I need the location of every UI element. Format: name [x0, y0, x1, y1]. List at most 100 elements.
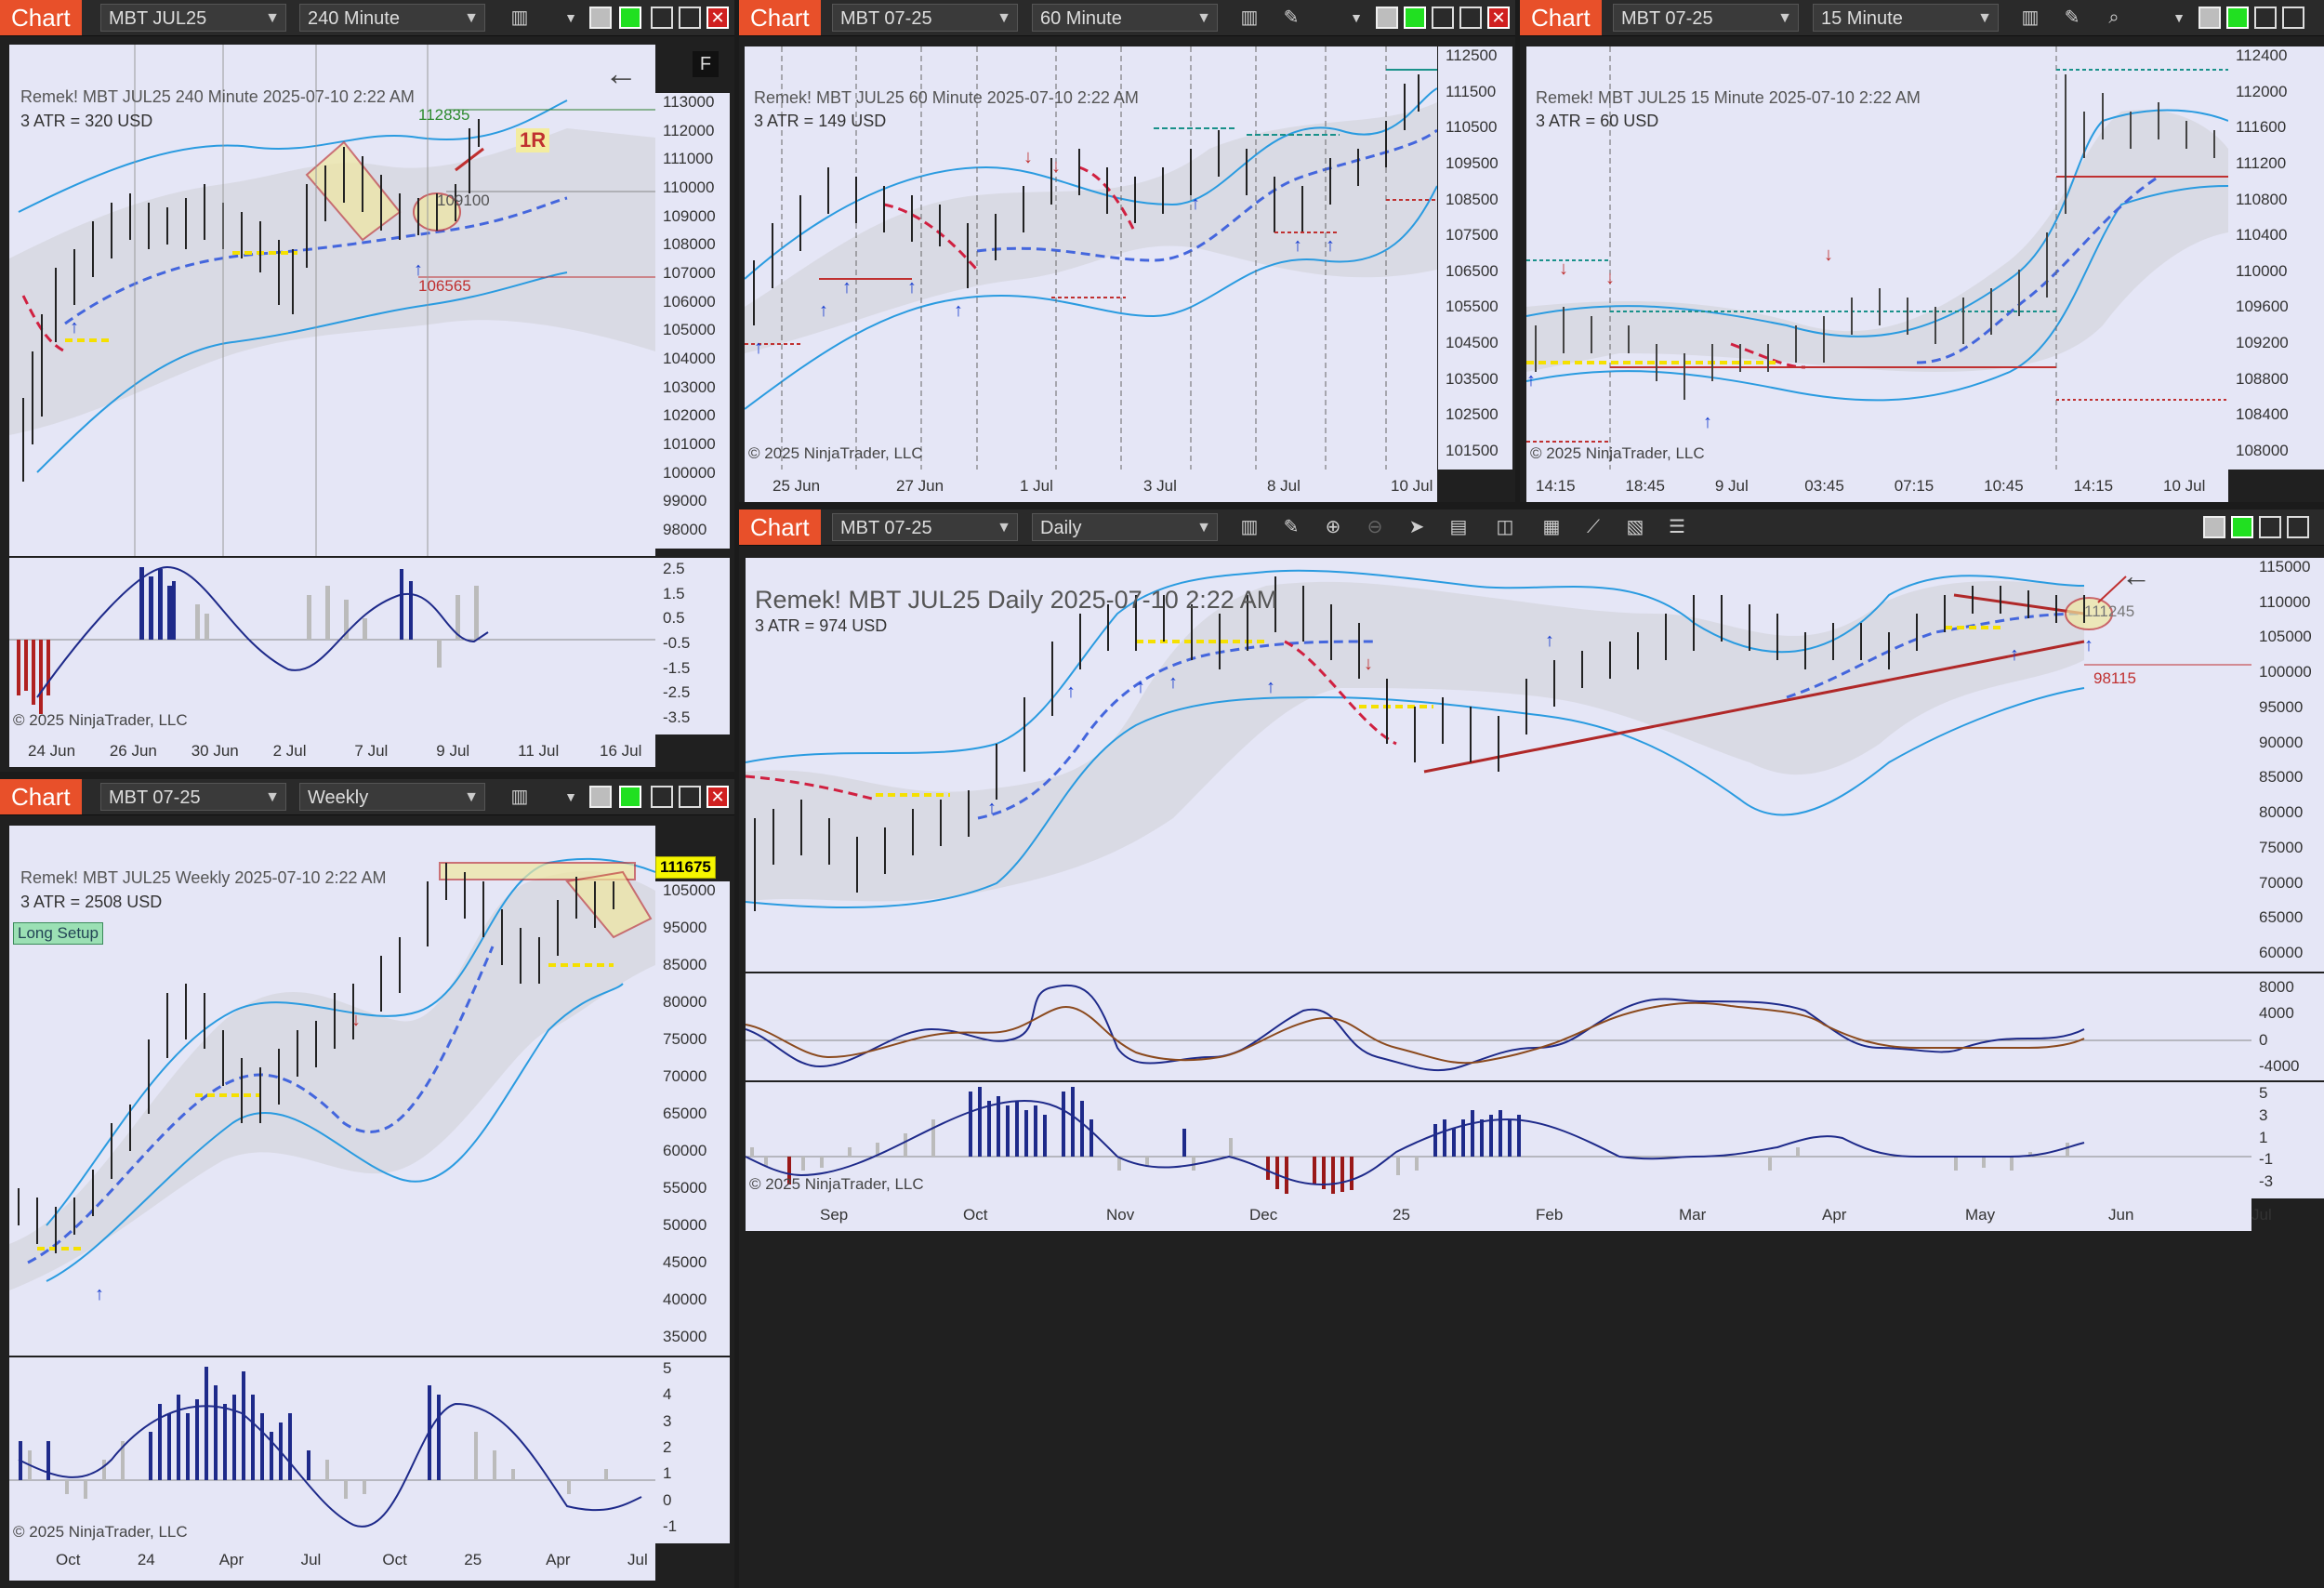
- oscillator-2-axis[interactable]: 5 3 1 -1 -3: [2251, 1082, 2324, 1198]
- dropdown-arrow-icon[interactable]: ▼: [2166, 6, 2192, 30]
- link-gray-button[interactable]: [2203, 516, 2225, 538]
- price-axis[interactable]: 112500 111500 110500 109500 108500 107500 1065…: [1438, 46, 1512, 470]
- axis-tick-label: Jul: [627, 1551, 648, 1568]
- axis-tick-label: 106500: [1446, 261, 1499, 280]
- chart-menu-button[interactable]: Chart: [1520, 0, 1602, 35]
- svg-text:↑: ↑: [1703, 412, 1712, 432]
- minimize-button[interactable]: [2259, 516, 2281, 538]
- chart-menu-button[interactable]: Chart: [739, 509, 821, 545]
- oscillator-2-panel[interactable]: © 2025 NinjaTrader, LLC: [746, 1082, 2251, 1198]
- interval-selector[interactable]: Weekly ▼: [299, 783, 485, 811]
- instrument-selector[interactable]: MBT 07-25 ▼: [832, 4, 1018, 32]
- list-icon[interactable]: ☰: [1664, 515, 1690, 539]
- minimize-button[interactable]: [1432, 7, 1454, 29]
- strategies-icon[interactable]: ⟋: [1580, 515, 1606, 539]
- back-arrow-icon[interactable]: ←: [604, 54, 638, 93]
- link-green-button[interactable]: [619, 7, 641, 29]
- link-gray-button[interactable]: [2199, 7, 2221, 29]
- dropdown-arrow-icon[interactable]: ▼: [558, 6, 584, 30]
- chart-toolbar: Chart MBT 07-25 ▼ Daily ▼ ▥ ✎ ⊕ ⊖ ➤ ▤ ◫ ▦ …: [739, 509, 2324, 546]
- price-axis[interactable]: 115000 110000 105000 100000 95000 90000 85000 8…: [2251, 558, 2324, 972]
- bar-type-icon[interactable]: ▥: [2017, 6, 2043, 30]
- axis-tick-label: 70000: [663, 1067, 707, 1085]
- link-gray-button[interactable]: [1376, 7, 1398, 29]
- dropdown-arrow-icon[interactable]: ▼: [558, 785, 584, 809]
- chevron-down-icon: ▼: [265, 789, 280, 805]
- price-panel[interactable]: ↓ ↓ ↓ ↑ ↑ Remek! MBT JUL25 15 Minute 2025-0…: [1526, 46, 2228, 470]
- price-panel[interactable]: ↑ ↑ Remek! MBT JUL25 240 Minute 2025-07-1…: [9, 45, 655, 556]
- oscillator-panel[interactable]: © 2025 NinjaTrader, LLC: [9, 1357, 655, 1543]
- minimize-button[interactable]: [651, 7, 673, 29]
- axis-tick-label: -3.5: [663, 708, 691, 726]
- drawing-tool-icon[interactable]: ✎: [1278, 515, 1304, 539]
- pointer-icon[interactable]: ➤: [1404, 515, 1430, 539]
- price-axis[interactable]: 112400 112000 111600 111200 110800 110400 1100…: [2228, 46, 2324, 470]
- instrument-selector[interactable]: MBT 07-25 ▼: [1613, 4, 1799, 32]
- data-box-icon[interactable]: ▤: [1446, 515, 1472, 539]
- link-gray-button[interactable]: [589, 7, 612, 29]
- instrument-selector[interactable]: MBT 07-25 ▼: [832, 513, 1018, 541]
- zoom-out-icon[interactable]: ⊖: [1362, 515, 1388, 539]
- close-button[interactable]: ✕: [1487, 7, 1510, 29]
- zoom-in-icon[interactable]: ⊕: [1320, 515, 1346, 539]
- interval-selector[interactable]: 60 Minute ▼: [1032, 4, 1218, 32]
- price-axis[interactable]: 105000 95000 85000 80000 75000 70000 65000 6000…: [655, 881, 730, 1356]
- minimize-button[interactable]: [651, 786, 673, 808]
- bar-type-icon[interactable]: ▥: [1236, 6, 1262, 30]
- interval-selector[interactable]: 15 Minute ▼: [1813, 4, 1999, 32]
- zoom-icon[interactable]: ⌕: [2101, 6, 2127, 30]
- axis-tick-label: -1.5: [663, 658, 691, 677]
- chart-menu-button[interactable]: Chart: [739, 0, 821, 35]
- price-axis[interactable]: 113000 112000 111000 110000 109000 108000 1070…: [655, 93, 730, 549]
- time-axis[interactable]: 14:15 18:45 9 Jul 03:45 07:15 10:45 14:15 10 Ju…: [1526, 470, 2228, 502]
- oscillator-1-panel[interactable]: [746, 973, 2251, 1080]
- maximize-button[interactable]: [2282, 7, 2304, 29]
- oscillator-panel[interactable]: © 2025 NinjaTrader, LLC: [9, 558, 655, 734]
- axis-tick-label: 25: [1393, 1206, 1410, 1224]
- templates-icon[interactable]: ▧: [1622, 515, 1648, 539]
- price-panel[interactable]: ↑ ↑ ↑ ↑ ↑ ↑ ↑ ↑ ↓ ↓ Remek! MBT JUL25 60 Minute 2…: [745, 46, 1437, 470]
- time-axis[interactable]: Sep Oct Nov Dec 25 Feb Mar Apr May Jun Jul: [746, 1198, 2272, 1231]
- svg-text:↑: ↑: [2084, 635, 2093, 655]
- maximize-button[interactable]: [679, 7, 701, 29]
- link-gray-button[interactable]: [589, 786, 612, 808]
- chart-menu-button[interactable]: Chart: [0, 0, 82, 35]
- link-green-button[interactable]: [619, 786, 641, 808]
- f-badge[interactable]: F: [693, 51, 719, 77]
- maximize-button[interactable]: [2287, 516, 2309, 538]
- interval-selector[interactable]: 240 Minute ▼: [299, 4, 485, 32]
- bar-type-icon[interactable]: ▥: [507, 6, 533, 30]
- price-panel[interactable]: ↓ ↑ Remek! MBT JUL25 Weekly 2025-07-10 2…: [9, 826, 655, 1356]
- maximize-button[interactable]: [679, 786, 701, 808]
- chart-menu-button[interactable]: Chart: [0, 779, 82, 814]
- time-axis[interactable]: Oct 24 Apr Jul Oct 25 Apr Jul: [9, 1543, 655, 1581]
- bar-type-icon[interactable]: ▥: [507, 785, 533, 809]
- link-green-button[interactable]: [2226, 7, 2249, 29]
- chart-window-weekly: Chart MBT 07-25 ▼ Weekly ▼ ▥ ▼ ✕ ↓ ↑ Remek…: [0, 779, 734, 1588]
- close-button[interactable]: ✕: [706, 786, 729, 808]
- instrument-selector[interactable]: MBT JUL25 ▼: [100, 4, 286, 32]
- axis-tick-label: 105000: [663, 881, 716, 899]
- instrument-selector[interactable]: MBT 07-25 ▼: [100, 783, 286, 811]
- time-axis[interactable]: 24 Jun 26 Jun 30 Jun 2 Jul 7 Jul 9 Jul 11 Jul 1…: [9, 734, 655, 767]
- time-axis[interactable]: 25 Jun 27 Jun 1 Jul 3 Jul 8 Jul 10 Jul: [745, 470, 1437, 502]
- oscillator-axis[interactable]: 2.5 1.5 0.5 -0.5 -1.5 -2.5 -3.5: [655, 558, 730, 734]
- oscillator-axis[interactable]: 5 4 3 2 1 0 -1: [655, 1357, 730, 1543]
- bar-type-icon[interactable]: ▥: [1236, 515, 1262, 539]
- link-green-button[interactable]: [1404, 7, 1426, 29]
- dropdown-arrow-icon[interactable]: ▼: [1343, 6, 1369, 30]
- interval-selector[interactable]: Daily ▼: [1032, 513, 1218, 541]
- copyright-text: © 2025 NinjaTrader, LLC: [13, 711, 188, 729]
- maximize-button[interactable]: [1459, 7, 1482, 29]
- close-button[interactable]: ✕: [706, 7, 729, 29]
- price-panel[interactable]: ↑ ↑ ↑ ↑ ↑ ↑ ↑ ↑ ↓ ← Remek! MBT JUL25 Daily 2025…: [746, 558, 2251, 972]
- link-green-button[interactable]: [2231, 516, 2253, 538]
- minimize-button[interactable]: [2254, 7, 2277, 29]
- drawing-tool-icon[interactable]: ✎: [1278, 6, 1304, 30]
- interval-label: 60 Minute: [1040, 8, 1122, 29]
- indicators-icon[interactable]: ▦: [1538, 515, 1565, 539]
- oscillator-1-axis[interactable]: 8000 4000 0 -4000: [2251, 973, 2324, 1080]
- axis-tick-label: 60000: [663, 1142, 707, 1159]
- drawing-tool-icon[interactable]: ✎: [2059, 6, 2085, 30]
- properties-icon[interactable]: ◫: [1492, 515, 1518, 539]
